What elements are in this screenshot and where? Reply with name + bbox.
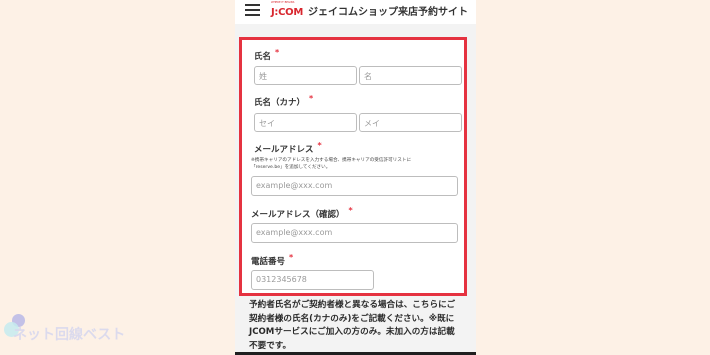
logo-text: J:COM bbox=[271, 7, 304, 18]
jcom-logo[interactable]: WHERE IT BEGINS J:COM bbox=[271, 1, 304, 21]
notice-line4: 不要です。 bbox=[249, 340, 292, 351]
site-header: WHERE IT BEGINS J:COM ジェイコムショップ来店予約サイト bbox=[235, 0, 476, 24]
email-label: メールアドレス * bbox=[254, 141, 322, 155]
email-note-line2: 「reserve.be」を追加してください。 bbox=[251, 165, 331, 170]
kana-label: 氏名（カナ） * bbox=[254, 94, 314, 108]
email-note: ※携帯キャリアのアドレスを入力する場合、携帯キャリアの受信許可リストに 「res… bbox=[251, 157, 463, 171]
name-label-text: 氏名 bbox=[254, 52, 272, 62]
first-name-input[interactable]: 名 bbox=[359, 66, 462, 85]
email-confirm-label-text: メールアドレス（確認） bbox=[251, 210, 345, 220]
watermark: ネット回線ベスト bbox=[0, 312, 140, 355]
phone-frame: WHERE IT BEGINS J:COM ジェイコムショップ来店予約サイト 氏… bbox=[235, 0, 476, 355]
last-name-input[interactable]: 姓 bbox=[254, 66, 357, 85]
contractor-notice: 予約者氏名がご契約者様と異なる場合は、こちらにご 契約者様の氏名(カナのみ)をご… bbox=[249, 299, 469, 353]
email-confirm-input[interactable]: example@xxx.com bbox=[251, 223, 458, 243]
email-confirm-label: メールアドレス（確認） * bbox=[251, 206, 353, 220]
name-required-mark: * bbox=[275, 48, 280, 57]
last-name-kana-input[interactable]: セイ bbox=[254, 113, 357, 132]
first-name-kana-input[interactable]: メイ bbox=[359, 113, 462, 132]
kana-required-mark: * bbox=[309, 94, 314, 103]
phone-label-text: 電話番号 bbox=[251, 257, 286, 267]
email-required-mark: * bbox=[317, 141, 322, 150]
site-title: ジェイコムショップ来店予約サイト bbox=[308, 7, 468, 18]
phone-required-mark: * bbox=[289, 253, 294, 262]
watermark-text: ネット回線ベスト bbox=[13, 327, 126, 343]
notice-line2: 契約者様の氏名(カナのみ)をご記載ください。※既に bbox=[249, 313, 455, 324]
email-label-text: メールアドレス bbox=[254, 145, 314, 155]
phone-label: 電話番号 * bbox=[251, 253, 294, 267]
phone-input[interactable]: 0312345678 bbox=[251, 270, 374, 290]
notice-line3: JCOMサービスにご加入の方のみ。未加入の方は記載 bbox=[249, 327, 455, 337]
logo-tagline: WHERE IT BEGINS bbox=[271, 1, 295, 4]
notice-line1: 予約者氏名がご契約者様と異なる場合は、こちらにご bbox=[249, 300, 456, 310]
name-label: 氏名 * bbox=[254, 48, 280, 62]
hamburger-menu-icon[interactable] bbox=[245, 4, 260, 16]
email-note-line1: ※携帯キャリアのアドレスを入力する場合、携帯キャリアの受信許可リストに bbox=[251, 158, 412, 163]
email-confirm-required-mark: * bbox=[348, 206, 353, 215]
email-input[interactable]: example@xxx.com bbox=[251, 176, 458, 196]
kana-label-text: 氏名（カナ） bbox=[254, 98, 306, 108]
